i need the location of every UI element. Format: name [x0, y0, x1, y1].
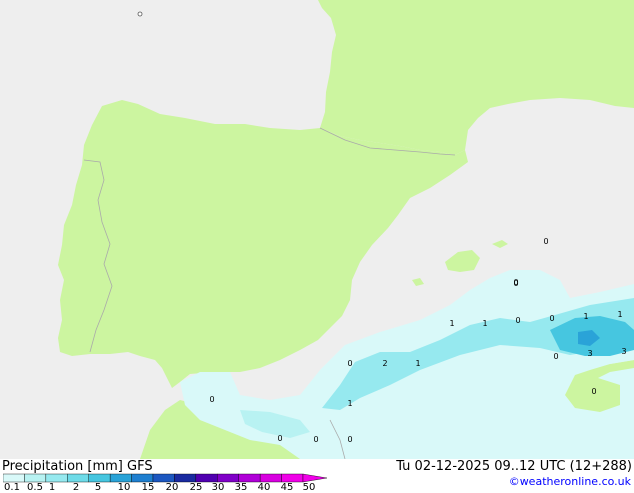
scale-overflow-arrow: [302, 473, 328, 483]
scale-tick-label: 0.5: [27, 482, 43, 493]
scale-tick-label: 5: [94, 482, 102, 493]
map-canvas: 0 0 1 2 1 1 1 0 0 1 1 3 3 0 0 0 0 0 0 0 …: [0, 0, 634, 459]
rain-label: 0: [209, 395, 214, 404]
credit-link[interactable]: ©weatheronline.co.uk: [509, 475, 631, 488]
scale-tick-label: 50: [302, 482, 316, 493]
forecast-run-time: Tu 02-12-2025 09..12 UTC (12+288): [396, 459, 632, 474]
scale-segment: [24, 473, 47, 483]
scale-tick-label: 2: [72, 482, 80, 493]
rain-label: 1: [449, 319, 454, 328]
rain-label: 2: [382, 359, 387, 368]
scale-tick-label: 10: [117, 482, 131, 493]
rain-label: 0: [277, 434, 282, 443]
map-title: Precipitation [mm] GFS: [2, 459, 153, 474]
rain-label: 1: [583, 312, 588, 321]
rain-label: 0: [543, 237, 548, 246]
scale-tick-label: 15: [141, 482, 155, 493]
precipitation-map: 0 0 1 2 1 1 1 0 0 1 1 3 3 0 0 0 0 0 0 0 …: [0, 0, 634, 459]
scale-segment: [152, 473, 175, 483]
scale-tick-label: 1: [48, 482, 56, 493]
rain-label: 3: [621, 347, 626, 356]
scale-segment: [217, 473, 239, 483]
legend-footer: Precipitation [mm] GFS Tu 02-12-2025 09.…: [0, 459, 634, 493]
scale-tick-label: 45: [280, 482, 294, 493]
scale-tick-label: 35: [234, 482, 248, 493]
scale-segment: [88, 473, 111, 483]
rain-label: 0: [347, 359, 352, 368]
rain-label: 0: [515, 316, 520, 325]
rain-label: 1: [482, 319, 487, 328]
rain-label: 1: [415, 359, 420, 368]
rain-label: 0: [347, 435, 352, 444]
scale-segment: [45, 473, 68, 483]
rain-label: 0: [313, 435, 318, 444]
rain-label: 0: [549, 314, 554, 323]
scale-segment: [174, 473, 197, 483]
scale-segment: [195, 473, 218, 483]
rain-label: 0: [591, 387, 596, 396]
scale-tick-label: 30: [211, 482, 225, 493]
scale-tick-label: 0.1: [4, 482, 20, 493]
scale-tick-label: 20: [165, 482, 179, 493]
scale-tick-label: 40: [257, 482, 271, 493]
rain-label: 3: [587, 349, 592, 358]
color-scale-labels: 0.1 0.5 1 2 5 10 15 20 25 30 35 40 45 50: [0, 482, 330, 493]
scale-segment: [238, 473, 261, 483]
scale-segment: [67, 473, 89, 483]
scale-segment: [3, 473, 25, 483]
scale-segment: [259, 473, 282, 483]
rain-label: 1: [617, 310, 622, 319]
scale-segment: [281, 473, 304, 483]
rain-label: 0: [553, 352, 558, 361]
rain-label: 1: [347, 399, 352, 408]
rain-label: 0: [513, 279, 518, 288]
station-dot: [137, 11, 143, 17]
scale-segment: [131, 473, 154, 483]
scale-segment: [109, 473, 132, 483]
scale-tick-label: 25: [189, 482, 203, 493]
